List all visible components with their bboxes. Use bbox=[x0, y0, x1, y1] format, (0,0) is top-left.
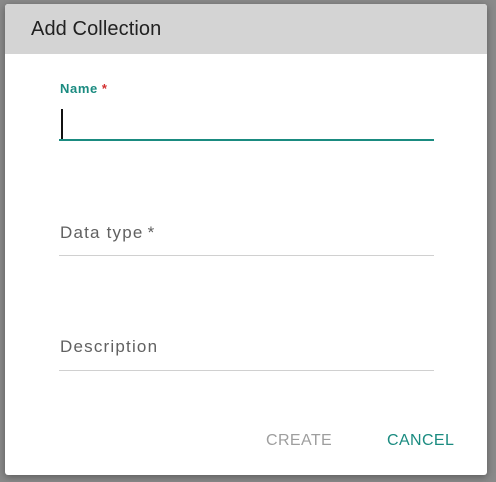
data-type-underline bbox=[59, 255, 434, 256]
description-field[interactable]: Description bbox=[59, 337, 434, 373]
data-type-field[interactable]: Data type * bbox=[59, 223, 434, 259]
cancel-button[interactable]: CANCEL bbox=[387, 432, 454, 450]
add-collection-dialog: Add Collection Name * Data type * Descript… bbox=[5, 4, 487, 475]
name-label: Name * bbox=[60, 81, 108, 96]
dialog-title: Add Collection bbox=[31, 17, 162, 40]
create-button[interactable]: CREATE bbox=[266, 432, 332, 450]
dialog-header: Add Collection bbox=[5, 4, 487, 54]
text-caret bbox=[61, 109, 63, 139]
name-required-mark: * bbox=[101, 81, 108, 96]
name-field[interactable]: Name * bbox=[59, 78, 434, 144]
description-underline bbox=[59, 370, 434, 371]
data-type-label: Data type * bbox=[60, 223, 156, 242]
description-label: Description bbox=[60, 337, 159, 356]
data-type-required-mark: * bbox=[147, 223, 156, 242]
name-input[interactable] bbox=[59, 108, 434, 141]
